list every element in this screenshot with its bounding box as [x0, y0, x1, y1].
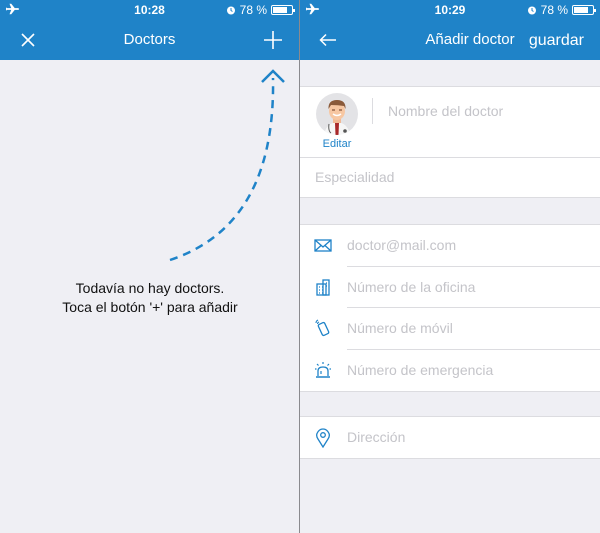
mail-icon [314, 239, 332, 252]
email-row: doctor@mail.com [300, 225, 600, 267]
office-phone-input[interactable]: Número de la oficina [347, 279, 475, 295]
battery-percent: 78 % [540, 3, 568, 17]
empty-state-message: Todavía no hay doctors. Toca el botón '+… [0, 279, 299, 317]
office-building-icon [316, 278, 330, 296]
empty-state-line1: Todavía no hay doctors. [75, 280, 225, 296]
doctors-list-screen: 10:28 78 % Doctors Todavía no hay doctor… [0, 0, 300, 533]
battery-fill [574, 7, 589, 13]
arrow-left-icon [319, 33, 336, 47]
save-button[interactable]: guardar [529, 29, 584, 53]
emergency-phone-input[interactable]: Número de emergencia [347, 362, 493, 378]
contact-group: doctor@mail.com Número de la oficina Núm… [300, 224, 600, 392]
specialty-row: Especialidad [300, 157, 600, 197]
alarm-icon [527, 6, 536, 15]
mobile-phone-input[interactable]: Número de móvil [347, 320, 453, 336]
address-group: Dirección [300, 416, 600, 459]
mobile-phone-row: Número de móvil [300, 308, 600, 350]
alarm-icon [226, 6, 235, 15]
battery-icon [572, 5, 596, 15]
empty-state-line2: Toca el botón '+' para añadir [62, 299, 238, 315]
avatar[interactable] [316, 93, 358, 135]
doctor-name-input[interactable]: Nombre del doctor [388, 103, 503, 119]
status-right: 78 % [226, 3, 295, 17]
battery-percent: 78 % [239, 3, 267, 17]
location-pin-icon [316, 428, 330, 448]
back-button[interactable] [318, 28, 338, 52]
top-bar: 10:29 78 % Añadir doctor guardar [300, 0, 600, 60]
dashed-arrow-up-icon [169, 69, 285, 262]
address-row: Dirección [300, 417, 600, 458]
doctor-avatar-icon [324, 100, 350, 135]
screens: 10:28 78 % Doctors Todavía no hay doctor… [0, 0, 600, 533]
status-bar: 10:29 78 % [300, 0, 600, 20]
page-title: Doctors [123, 31, 176, 48]
profile-group: Editar Nombre del doctor Especialidad [300, 86, 600, 198]
name-row: Editar Nombre del doctor [300, 87, 600, 157]
status-right: 78 % [527, 3, 596, 17]
nav-bar: Doctors [0, 20, 299, 60]
vertical-divider [372, 98, 373, 124]
top-bar: 10:28 78 % Doctors [0, 0, 299, 60]
avatar-container: Editar [315, 93, 359, 150]
edit-avatar-link[interactable]: Editar [315, 138, 359, 150]
nav-bar: Añadir doctor guardar [300, 20, 600, 60]
plus-icon [264, 31, 282, 49]
office-phone-row: Número de la oficina [300, 267, 600, 308]
email-input[interactable]: doctor@mail.com [347, 237, 456, 253]
battery-icon [271, 5, 295, 15]
status-bar: 10:28 78 % [0, 0, 299, 20]
battery-fill [273, 7, 288, 13]
emergency-phone-row: Número de emergencia [300, 350, 600, 392]
specialty-input[interactable]: Especialidad [315, 169, 394, 185]
emergency-siren-icon [315, 361, 331, 378]
add-doctor-screen: 10:29 78 % Añadir doctor guardar Editar … [300, 0, 600, 533]
address-input[interactable]: Dirección [347, 429, 405, 445]
add-doctor-button[interactable] [261, 28, 285, 52]
mobile-phone-icon [315, 319, 330, 337]
